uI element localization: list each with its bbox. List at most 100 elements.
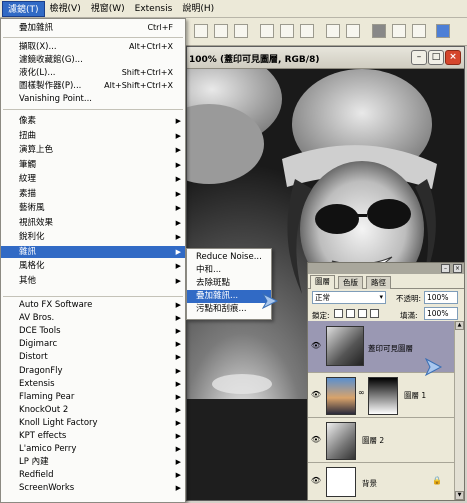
scroll-down-icon[interactable]: ▼ [455, 491, 464, 500]
menu-item-category[interactable]: 扭曲 ▶ [1, 130, 185, 142]
menu-item-filter-gallery[interactable]: 濾鏡收藏館(G)... [1, 54, 185, 66]
menu-item-category[interactable]: 視訊效果 ▶ [1, 217, 185, 229]
menu-item-liquify[interactable]: 液化(L)... Shift+Ctrl+X [1, 67, 185, 79]
tool-option-7[interactable] [326, 24, 340, 38]
menu-item-plugin[interactable]: Knoll Light Factory ▶ [1, 417, 185, 429]
tab-paths[interactable]: 路徑 [366, 276, 391, 289]
menu-help[interactable]: 說明(H) [177, 1, 219, 17]
noise-submenu: Reduce Noise... 中和... 去除斑點 疊加雜訊... 污點和刮痕… [186, 248, 272, 320]
layers-panel: – × 圖層 色版 路徑 正常 ▾ 不透明: 100% 鎖定: 填滿: 100%… [307, 262, 465, 501]
tool-option-11[interactable] [412, 24, 426, 38]
menu-view[interactable]: 檢視(V) [45, 1, 86, 17]
submenu-item-add-noise[interactable]: 疊加雜訊... [187, 290, 271, 303]
menu-item-category[interactable]: 風格化 ▶ [1, 260, 185, 272]
options-bar [186, 18, 467, 46]
menu-item-category[interactable]: 銳利化 ▶ [1, 231, 185, 243]
menu-item-plugin[interactable]: DragonFly ▶ [1, 365, 185, 377]
menu-item-category[interactable]: 素描 ▶ [1, 188, 185, 200]
menu-item-plugin[interactable]: Flaming Pear ▶ [1, 391, 185, 403]
tool-option-3[interactable] [234, 24, 248, 38]
lock-image-icon[interactable] [346, 309, 355, 318]
menu-item-pattern-maker[interactable]: 圖樣製作器(P)... Alt+Shift+Ctrl+X [1, 80, 185, 92]
lock-position-icon[interactable] [358, 309, 367, 318]
submenu-item-dust-scratches[interactable]: 污點和刮痕... [187, 303, 271, 316]
menu-item-plugin[interactable]: DCE Tools ▶ [1, 325, 185, 337]
menu-separator [3, 37, 183, 38]
layers-scrollbar[interactable]: ▲ ▼ [454, 321, 464, 500]
menu-item-last-filter[interactable]: 疊加雜訊 Ctrl+F [1, 22, 185, 34]
submenu-item-despeckle[interactable]: 去除斑點 [187, 277, 271, 290]
chevron-right-icon: ▶ [175, 327, 181, 336]
chevron-right-icon: ▶ [175, 301, 181, 309]
menu-item-plugin[interactable]: Distort ▶ [1, 351, 185, 363]
menu-filter[interactable]: 濾鏡(T) [2, 0, 45, 17]
maximize-icon[interactable]: □ [428, 50, 444, 65]
eye-icon[interactable]: 👁 [310, 390, 322, 400]
tool-option-5[interactable] [280, 24, 294, 38]
menu-item-plugin[interactable]: AV Bros. ▶ [1, 312, 185, 324]
document-title: 100% (蓋印可見圖層, RGB/8) [189, 55, 320, 65]
menu-item-category[interactable]: 紋理 ▶ [1, 173, 185, 185]
close-icon[interactable]: × [445, 50, 461, 65]
menu-item-category[interactable]: 雜訊 ▶ [1, 245, 185, 258]
chevron-right-icon: ▶ [175, 405, 181, 414]
menu-item-plugin[interactable]: Extensis ▶ [1, 378, 185, 390]
menu-item-plugin[interactable]: KnockOut 2 ▶ [1, 404, 185, 416]
menu-item-category[interactable]: 藝術風 ▶ [1, 202, 185, 214]
layer-row-2[interactable]: 👁 圖層 2 [308, 419, 454, 463]
tool-option-8[interactable] [346, 24, 360, 38]
menu-item-plugin[interactable]: Digimarc ▶ [1, 338, 185, 350]
tab-layers[interactable]: 圖層 [310, 275, 335, 289]
layer-row-background[interactable]: 👁 背景 🔒 [308, 464, 454, 500]
eye-icon[interactable]: 👁 [310, 476, 322, 486]
blend-mode-select[interactable]: 正常 ▾ [312, 291, 386, 304]
menu-item-category[interactable]: 其他 ▶ [1, 275, 185, 287]
menu-item-plugin[interactable]: Auto FX Software ▶ [1, 299, 185, 311]
menu-item-category[interactable]: 像素 ▶ [1, 115, 185, 127]
link-icon: ∞ [358, 388, 365, 397]
menu-item-plugin[interactable]: ScreenWorks ▶ [1, 482, 185, 494]
lock-all-icon[interactable] [370, 309, 379, 318]
menu-item-category[interactable]: 筆觸 ▶ [1, 159, 185, 171]
submenu-item-reduce-noise[interactable]: Reduce Noise... [187, 251, 271, 264]
menu-window[interactable]: 視窗(W) [86, 1, 130, 17]
tool-option-1[interactable] [194, 24, 208, 38]
tool-option-10[interactable] [392, 24, 406, 38]
menu-item-category[interactable]: 演算上色 ▶ [1, 144, 185, 156]
opacity-label: 不透明: [396, 294, 422, 303]
tool-option-6[interactable] [300, 24, 314, 38]
panel-header: – × [308, 263, 464, 274]
tab-channels[interactable]: 色版 [338, 276, 363, 289]
palette-well-icon[interactable] [436, 24, 450, 38]
layer-row-1[interactable]: 👁 ∞ 圖層 1 [308, 374, 454, 418]
fill-input[interactable]: 100% [424, 307, 458, 320]
eye-icon[interactable]: 👁 [310, 435, 322, 445]
menu-item-plugin[interactable]: L'amico Perry ▶ [1, 443, 185, 455]
eye-icon[interactable]: 👁 [310, 341, 322, 351]
tool-option-2[interactable] [214, 24, 228, 38]
menu-item-extract[interactable]: 擷取(X)... Alt+Ctrl+X [1, 41, 185, 53]
layer-thumbnail [326, 326, 364, 366]
menu-item-plugin[interactable]: Redfield ▶ [1, 469, 185, 481]
chevron-right-icon: ▶ [175, 314, 181, 323]
lock-transparency-icon[interactable] [334, 309, 343, 318]
opacity-input[interactable]: 100% [424, 291, 458, 304]
minimize-panel-icon[interactable]: – [441, 264, 450, 273]
submenu-item-median[interactable]: 中和... [187, 264, 271, 277]
chevron-right-icon: ▶ [175, 484, 181, 493]
menu-item-vanishing-point[interactable]: Vanishing Point... [1, 93, 185, 105]
chevron-right-icon: ▶ [175, 175, 181, 183]
menu-item-plugin[interactable]: LP 內建 ▶ [1, 456, 185, 468]
chevron-down-icon: ▾ [379, 293, 383, 301]
chevron-right-icon: ▶ [175, 247, 181, 256]
scroll-up-icon[interactable]: ▲ [455, 321, 464, 330]
chevron-right-icon: ▶ [175, 117, 181, 125]
close-panel-icon[interactable]: × [453, 264, 462, 273]
tool-option-9[interactable] [372, 24, 386, 38]
minimize-icon[interactable]: – [411, 50, 427, 65]
document-titlebar: 100% (蓋印可見圖層, RGB/8) – □ × [187, 47, 464, 69]
menu-item-plugin[interactable]: KPT effects ▶ [1, 430, 185, 442]
menu-extensis[interactable]: Extensis [130, 1, 178, 17]
tool-option-4[interactable] [260, 24, 274, 38]
layer-name: 蓋印可見圖層 [368, 344, 413, 353]
